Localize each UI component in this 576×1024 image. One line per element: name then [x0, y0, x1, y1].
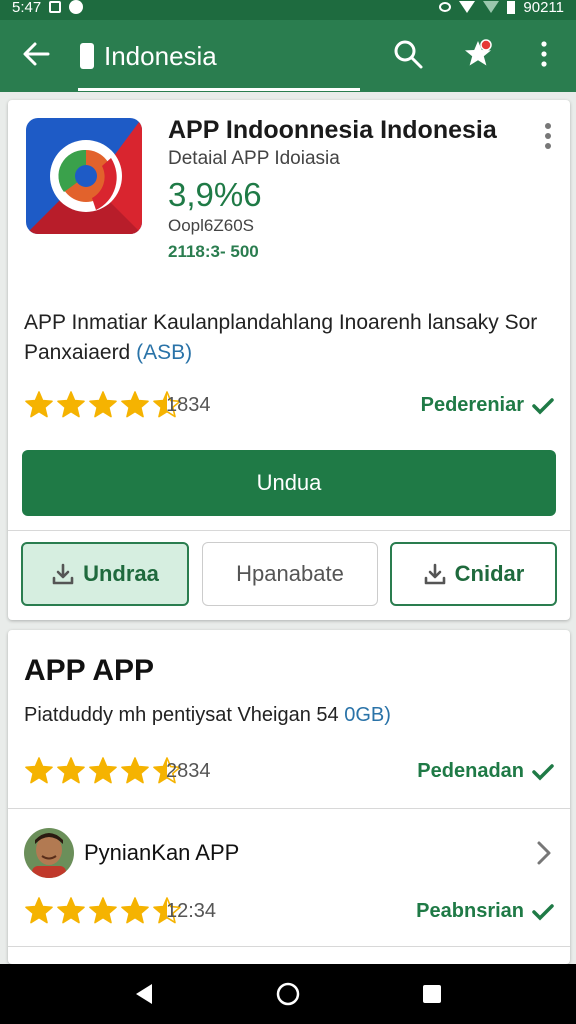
star-icon — [121, 391, 149, 418]
search-icon[interactable] — [392, 38, 424, 70]
list-item-name[interactable]: PynianKan APP — [84, 840, 239, 866]
secondary-button[interactable]: Hpanabate — [202, 542, 378, 606]
status-time: 5:47 — [12, 0, 42, 16]
list-item-star-rating — [24, 896, 182, 926]
app-notification-icon — [69, 0, 84, 14]
list-item-verified: Peabnsrian — [416, 900, 554, 923]
section-verified-label: Pedenadan — [417, 760, 524, 782]
battery-icon — [507, 0, 516, 14]
status-bar: 5:47 90211 — [0, 0, 576, 20]
star-icon — [25, 897, 53, 924]
secondary-button-label: Hpanabate — [236, 561, 344, 586]
nav-home-icon[interactable] — [274, 980, 302, 1008]
phone-icon — [80, 43, 94, 69]
check-icon — [532, 397, 554, 414]
download-icon — [424, 563, 445, 585]
app-description-accent[interactable]: (ASB) — [136, 341, 192, 364]
app-verified: Pedereniar — [421, 394, 554, 417]
app-logo-icon[interactable] — [26, 118, 142, 234]
signal-icon — [483, 1, 500, 13]
list-item-time: 12:34 — [166, 900, 217, 922]
title-underline — [78, 88, 360, 91]
star-badge-icon[interactable] — [462, 38, 494, 70]
vibrate-icon — [439, 2, 452, 12]
nav-back-icon[interactable] — [130, 980, 158, 1008]
download-button-3-label: Cnidar — [454, 561, 525, 586]
app-bar-title: Indonesia — [104, 40, 217, 71]
section-description-text: Piatduddy mh pentiysat Vheigan 54 — [24, 704, 339, 726]
app-bar: Indonesia — [0, 20, 576, 92]
chevron-right-icon[interactable] — [532, 836, 556, 870]
app-detail-card: APP Indoonnesia Indonesia Detaial APP Id… — [8, 100, 570, 620]
section-verified: Pedenadan — [417, 760, 554, 783]
app-star-rating — [24, 390, 182, 420]
star-icon — [57, 897, 85, 924]
section-title: APP APP — [24, 654, 155, 687]
check-icon — [532, 763, 554, 780]
nav-recents-icon[interactable] — [418, 980, 446, 1008]
star-icon — [57, 757, 85, 784]
section-star-rating — [24, 756, 182, 786]
check-icon — [532, 903, 554, 920]
section-divider — [8, 808, 570, 809]
section-description-accent[interactable]: 0GB) — [344, 704, 391, 726]
list-divider — [8, 946, 570, 947]
download-icon — [52, 563, 74, 585]
star-icon — [89, 757, 117, 784]
section-card: APP APP Piatduddy mh pentiysat Vheigan 5… — [8, 630, 570, 964]
app-rating-value: 3,9%6 — [168, 176, 262, 213]
app-name: APP Indoonnesia Indonesia — [168, 116, 497, 144]
notification-icon — [49, 1, 62, 13]
avatar[interactable] — [24, 828, 74, 878]
system-nav-bar — [0, 964, 576, 1024]
app-verified-label: Pedereniar — [420, 394, 524, 416]
wifi-icon — [459, 1, 476, 13]
section-rating-count: 2834 — [166, 760, 211, 782]
status-right-text: 90211 — [523, 0, 564, 16]
star-icon — [89, 391, 117, 418]
app-subtitle: Detaial APP Idoiasia — [168, 148, 340, 169]
app-meta-number: 2118:3- 500 — [168, 242, 259, 261]
download-button-1[interactable]: Undraa — [21, 542, 189, 606]
primary-download-button[interactable]: Undua — [22, 450, 556, 516]
star-icon — [25, 757, 53, 784]
star-icon — [57, 391, 85, 418]
download-button-1-label: Undraa — [83, 561, 159, 586]
back-arrow-icon[interactable] — [20, 38, 52, 70]
app-description-text: APP Inmatiar Kaulanplandahlang Inoarenh … — [24, 311, 538, 364]
star-icon — [25, 391, 53, 418]
card-menu-icon[interactable] — [544, 122, 552, 150]
more-options-icon[interactable] — [528, 38, 560, 70]
app-meta-code: Oopl6Z60S — [168, 216, 254, 235]
app-description: APP Inmatiar Kaulanplandahlang Inoarenh … — [24, 308, 554, 368]
card-divider — [8, 530, 570, 531]
list-item-verified-label: Peabnsrian — [416, 900, 524, 922]
app-rating-count: 1834 — [166, 394, 211, 416]
section-description: Piatduddy mh pentiysat Vheigan 54 0GB) — [24, 704, 391, 727]
star-icon — [121, 897, 149, 924]
star-icon — [89, 897, 117, 924]
star-icon — [121, 757, 149, 784]
download-button-3[interactable]: Cnidar — [390, 542, 557, 606]
app-bar-title-area[interactable]: Indonesia — [80, 34, 360, 78]
